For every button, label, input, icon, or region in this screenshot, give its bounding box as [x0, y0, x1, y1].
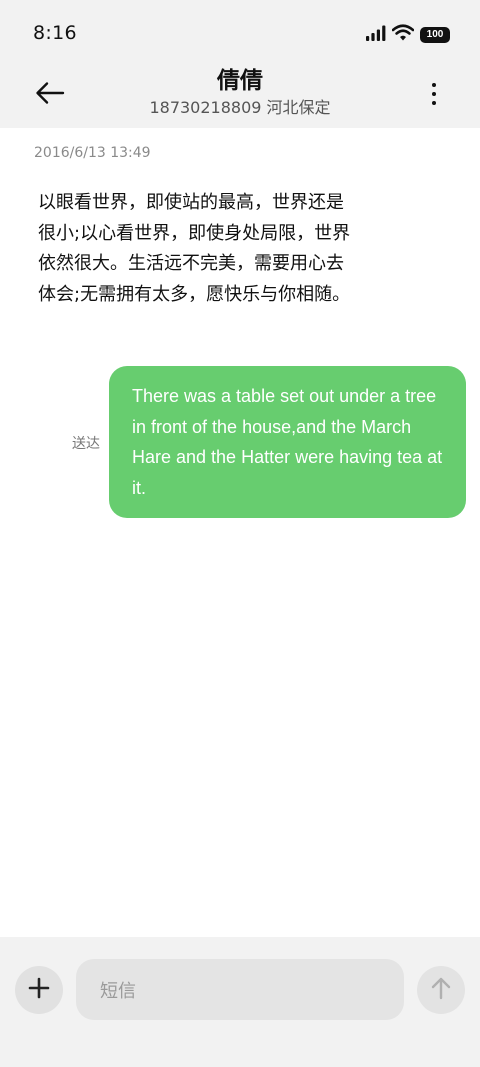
- more-options-button[interactable]: [422, 78, 446, 110]
- composer-bar: 短信: [0, 937, 480, 1067]
- more-vertical-icon-dot: [432, 83, 436, 87]
- incoming-message[interactable]: 以眼看世界，即使站的最高，世界还是很小;以心看世界，即使身处局限，世界依然很大。…: [38, 188, 356, 310]
- contact-name: 倩倩: [217, 68, 263, 94]
- message-input[interactable]: 短信: [76, 959, 404, 1020]
- contact-info[interactable]: 倩倩 18730218809 河北保定: [100, 66, 380, 119]
- outgoing-message-bubble[interactable]: There was a table set out under a tree i…: [109, 366, 466, 518]
- more-vertical-icon-dot: [432, 92, 436, 96]
- signal-icon: [366, 25, 386, 45]
- status-bar: 8:16 100: [0, 0, 480, 66]
- back-button[interactable]: [30, 78, 70, 112]
- plus-icon: [28, 977, 50, 1003]
- status-time: 8:16: [33, 22, 77, 44]
- more-vertical-icon-dot: [432, 101, 436, 105]
- send-button[interactable]: [417, 966, 465, 1014]
- message-input-placeholder: 短信: [100, 980, 136, 1002]
- top-area: 8:16 100 倩倩 18730218809 河北保定: [0, 0, 480, 128]
- add-attachment-button[interactable]: [15, 966, 63, 1014]
- contact-detail: 18730218809 河北保定: [149, 98, 331, 117]
- arrow-left-icon: [35, 81, 65, 109]
- status-icons: 100: [366, 24, 450, 45]
- conversation-header: 倩倩 18730218809 河北保定: [0, 66, 480, 128]
- outgoing-message-text: There was a table set out under a tree i…: [132, 386, 443, 498]
- delivery-status: 送达: [72, 436, 100, 452]
- battery-icon: 100: [420, 26, 450, 43]
- arrow-up-icon: [430, 976, 452, 1004]
- message-timestamp: 2016/6/13 13:49: [34, 145, 151, 161]
- wifi-icon: [391, 24, 415, 45]
